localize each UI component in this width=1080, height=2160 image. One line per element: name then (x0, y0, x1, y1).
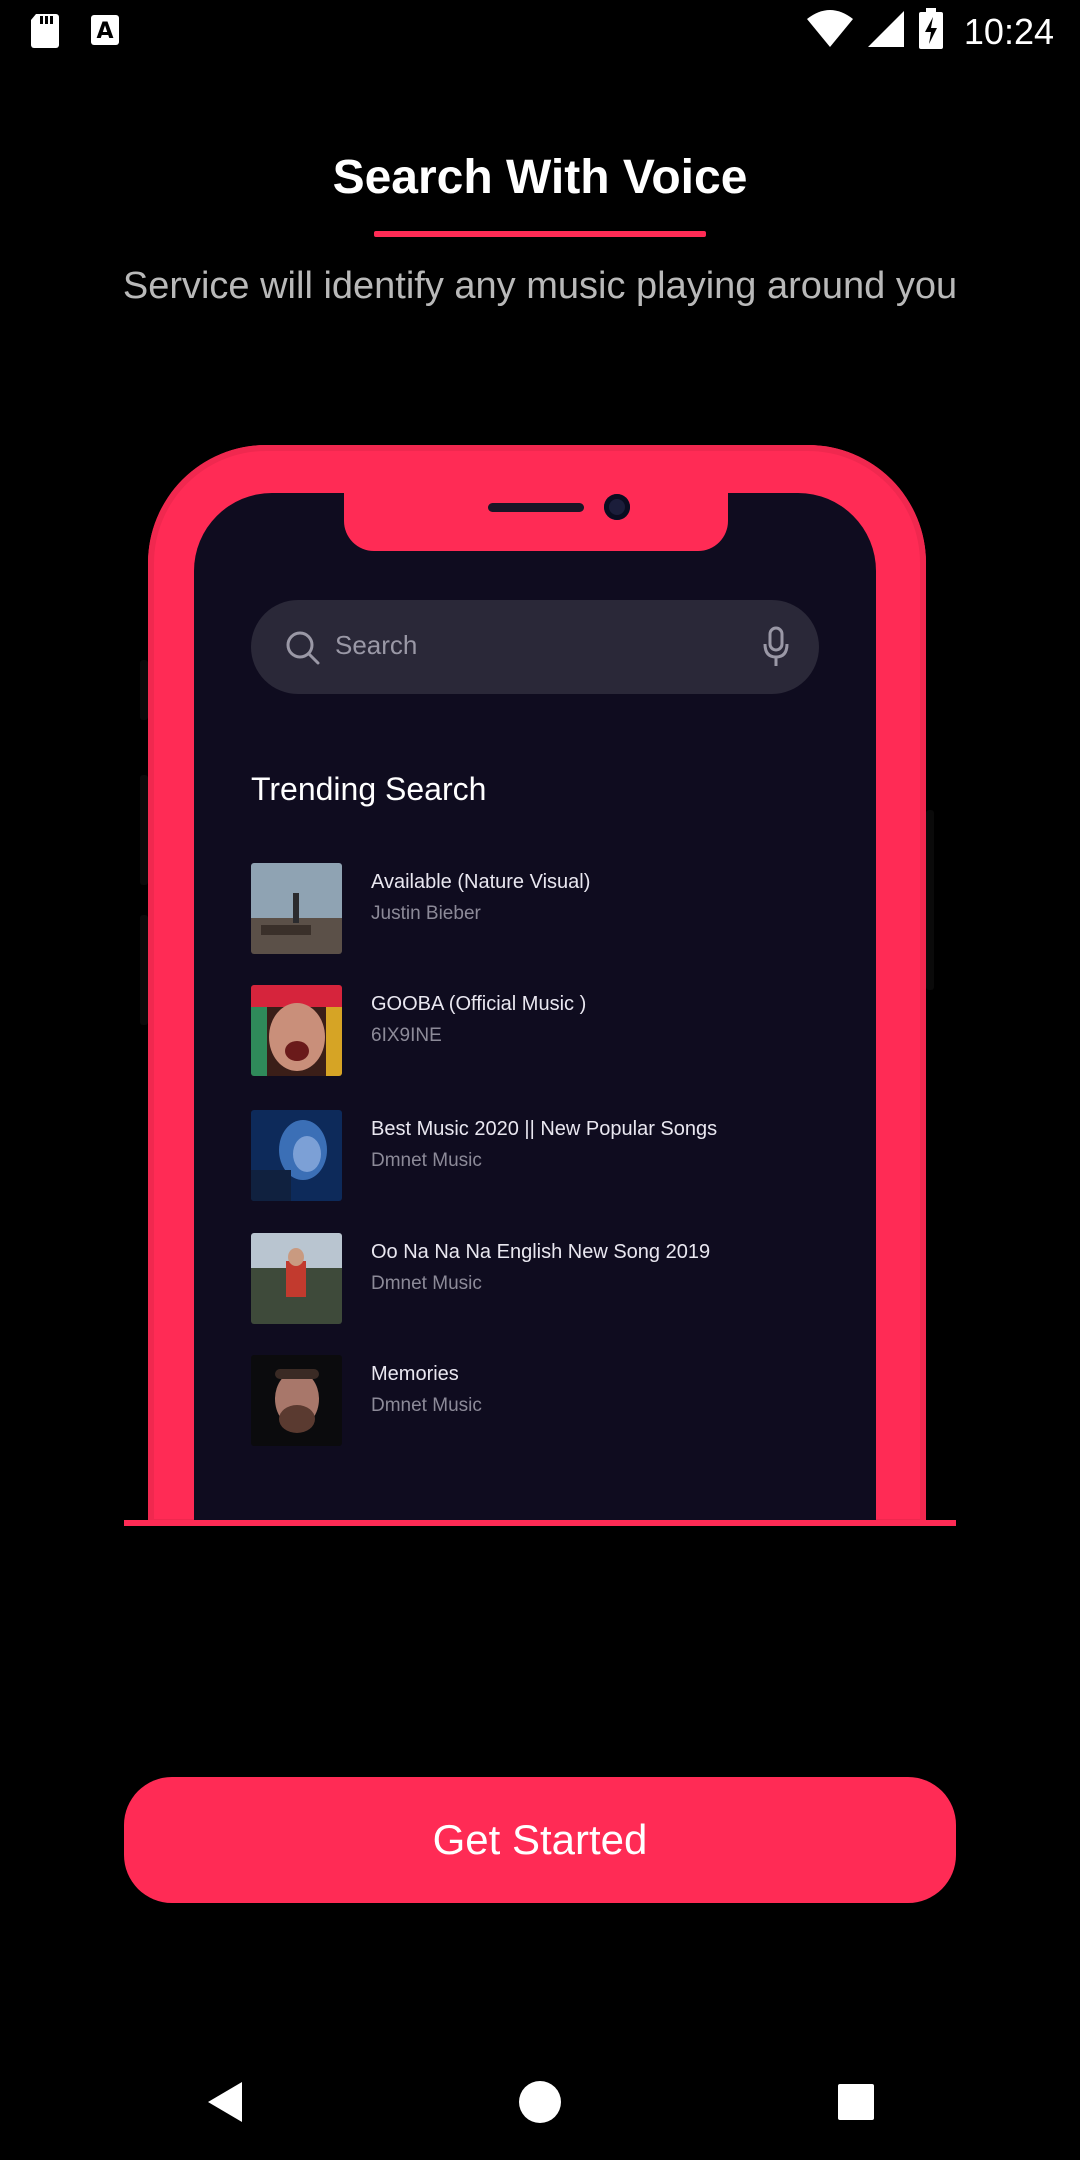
status-bar: A 10:24 (0, 0, 1080, 63)
album-thumbnail (251, 1355, 342, 1446)
page-subtitle: Service will identify any music playing … (122, 265, 958, 307)
clock: 10:24 (963, 10, 1054, 52)
list-item: GOOBA (Official Music ) 6IX9INE (251, 985, 831, 1077)
wifi-icon (806, 9, 854, 54)
list-item: Best Music 2020 || New Popular Songs Dmn… (251, 1110, 831, 1202)
list-item: Available (Nature Visual) Justin Bieber (251, 863, 831, 955)
track-title: Available (Nature Visual) (371, 871, 591, 893)
mockup-base-line (124, 1520, 956, 1526)
phone-side-button (926, 810, 934, 990)
album-thumbnail (251, 985, 342, 1076)
recents-icon[interactable] (832, 2078, 880, 2126)
list-item: Oo Na Na Na English New Song 2019 Dmnet … (251, 1233, 831, 1325)
search-placeholder: Search (335, 630, 418, 660)
track-artist: Dmnet Music (371, 1273, 482, 1294)
section-title: Trending Search (251, 771, 487, 807)
track-artist: Justin Bieber (371, 903, 481, 924)
navigation-bar (0, 2040, 1080, 2160)
phone-notch (344, 493, 728, 551)
page-title: Search With Voice (332, 151, 748, 204)
track-artist: 6IX9INE (371, 1025, 442, 1046)
phone-screen: Search Trending Search Available (Nature… (194, 493, 876, 1523)
microphone-icon (761, 626, 791, 673)
a-notification-icon: A (90, 12, 120, 48)
signal-icon (866, 9, 906, 54)
battery-charging-icon (918, 8, 944, 55)
phone-side-button (140, 660, 148, 720)
album-thumbnail (251, 863, 342, 954)
track-title: Best Music 2020 || New Popular Songs (371, 1118, 718, 1140)
svg-text:A: A (96, 19, 113, 44)
search-icon (285, 630, 321, 671)
track-artist: Dmnet Music (371, 1395, 482, 1416)
home-icon[interactable] (516, 2078, 564, 2126)
get-started-button[interactable]: Get Started (124, 1777, 956, 1903)
mockup-search-bar: Search (251, 600, 819, 694)
album-thumbnail (251, 1233, 342, 1324)
sd-card-icon (30, 12, 60, 48)
back-icon[interactable] (202, 2078, 250, 2126)
camera-icon (604, 494, 630, 520)
list-item: Memories Dmnet Music (251, 1355, 831, 1447)
speaker-grill (488, 503, 584, 512)
track-title: Memories (371, 1363, 459, 1385)
title-underline (374, 231, 706, 237)
track-title: GOOBA (Official Music ) (371, 993, 587, 1015)
track-title: Oo Na Na Na English New Song 2019 (371, 1241, 711, 1263)
phone-side-button (140, 775, 148, 885)
phone-side-button (140, 915, 148, 1025)
track-artist: Dmnet Music (371, 1150, 482, 1171)
album-thumbnail (251, 1110, 342, 1201)
